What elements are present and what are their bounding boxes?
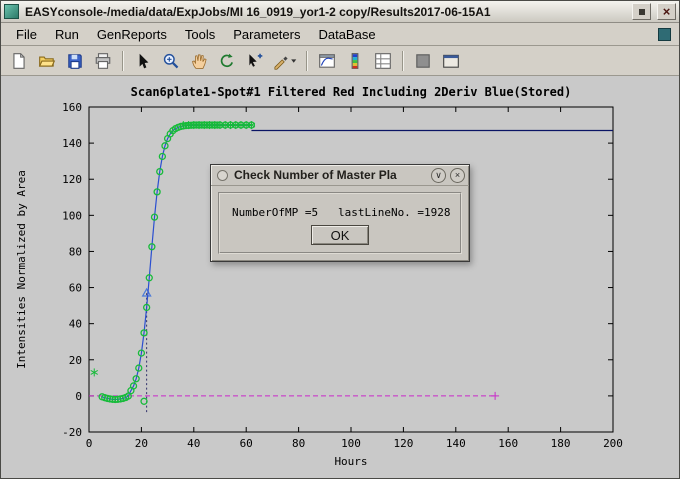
save-icon[interactable] [62,48,88,74]
dialog-titlebar[interactable]: Check Number of Master Pla ∨ × [211,165,469,186]
svg-text:120: 120 [62,173,82,186]
chevron-down-icon: ∨ [435,170,442,180]
pan-hand-icon[interactable] [186,48,212,74]
open-icon[interactable] [34,48,60,74]
stop-icon[interactable] [410,48,436,74]
close-button[interactable]: × [657,3,676,20]
dialog-collapse-button[interactable]: ∨ [431,168,446,183]
new-icon[interactable] [6,48,32,74]
svg-text:80: 80 [69,245,82,258]
svg-text:160: 160 [498,437,518,450]
minimize-button[interactable] [632,3,651,20]
window-title: EASYconsole-/media/data/ExpJobs/MI 16_09… [25,5,626,19]
svg-text:0: 0 [86,437,93,450]
close-icon: × [663,5,671,18]
print-icon[interactable] [90,48,116,74]
svg-text:40: 40 [69,318,82,331]
svg-text:100: 100 [341,437,361,450]
close-icon: × [455,170,460,180]
menu-database[interactable]: DataBase [309,24,384,45]
plot-tools-icon[interactable] [314,48,340,74]
svg-text:100: 100 [62,209,82,222]
ok-button[interactable]: OK [311,225,369,245]
figure-window-icon[interactable] [438,48,464,74]
menu-file[interactable]: File [7,24,46,45]
toolbar-separator [306,51,308,71]
rotate-icon[interactable] [214,48,240,74]
toolbar-separator [122,51,124,71]
svg-text:140: 140 [446,437,466,450]
brush-icon[interactable] [270,48,300,74]
dialog-close-button[interactable]: × [450,168,465,183]
app-icon [4,4,19,19]
figure-area: Scan6plate1-Spot#1 Filtered Red Includin… [1,76,679,478]
svg-text:Intensities Normalized by Area: Intensities Normalized by Area [15,170,28,369]
menu-parameters[interactable]: Parameters [224,24,309,45]
toolbar-separator [402,51,404,71]
svg-text:60: 60 [240,437,253,450]
svg-text:80: 80 [292,437,305,450]
menubar: File Run GenReports Tools Parameters Dat… [1,23,679,46]
svg-text:120: 120 [393,437,413,450]
menu-genreports[interactable]: GenReports [88,24,176,45]
dialog-icon [217,170,228,181]
menu-run[interactable]: Run [46,24,88,45]
svg-text:Hours: Hours [334,455,367,468]
svg-text:20: 20 [135,437,148,450]
menu-grip[interactable] [658,28,671,41]
svg-text:200: 200 [603,437,623,450]
svg-text:140: 140 [62,137,82,150]
svg-text:60: 60 [69,282,82,295]
window-titlebar[interactable]: EASYconsole-/media/data/ExpJobs/MI 16_09… [1,1,679,23]
zoom-in-icon[interactable] [158,48,184,74]
minimize-icon [639,9,645,15]
app-window: EASYconsole-/media/data/ExpJobs/MI 16_09… [0,0,680,479]
svg-text:0: 0 [75,390,82,403]
svg-text:-20: -20 [62,426,82,439]
select-arrow-icon[interactable] [130,48,156,74]
toolbar [1,46,679,76]
plot-canvas[interactable]: Scan6plate1-Spot#1 Filtered Red Includin… [1,76,679,478]
svg-text:180: 180 [551,437,571,450]
colorbar-icon[interactable] [342,48,368,74]
svg-text:160: 160 [62,101,82,114]
svg-text:20: 20 [69,354,82,367]
svg-text:Scan6plate1-Spot#1 Filtered Re: Scan6plate1-Spot#1 Filtered Red Includin… [131,85,572,99]
menu-tools[interactable]: Tools [176,24,224,45]
svg-text:40: 40 [187,437,200,450]
dialog-title: Check Number of Master Pla [234,168,427,182]
dialog-check-number: Check Number of Master Pla ∨ × NumberOfM… [210,164,470,262]
dialog-message: NumberOfMP =5 lastLineNo. =1928 [232,206,451,219]
legend-icon[interactable] [370,48,396,74]
data-cursor-icon[interactable] [242,48,268,74]
dialog-content-panel: NumberOfMP =5 lastLineNo. =1928 OK [218,192,462,254]
